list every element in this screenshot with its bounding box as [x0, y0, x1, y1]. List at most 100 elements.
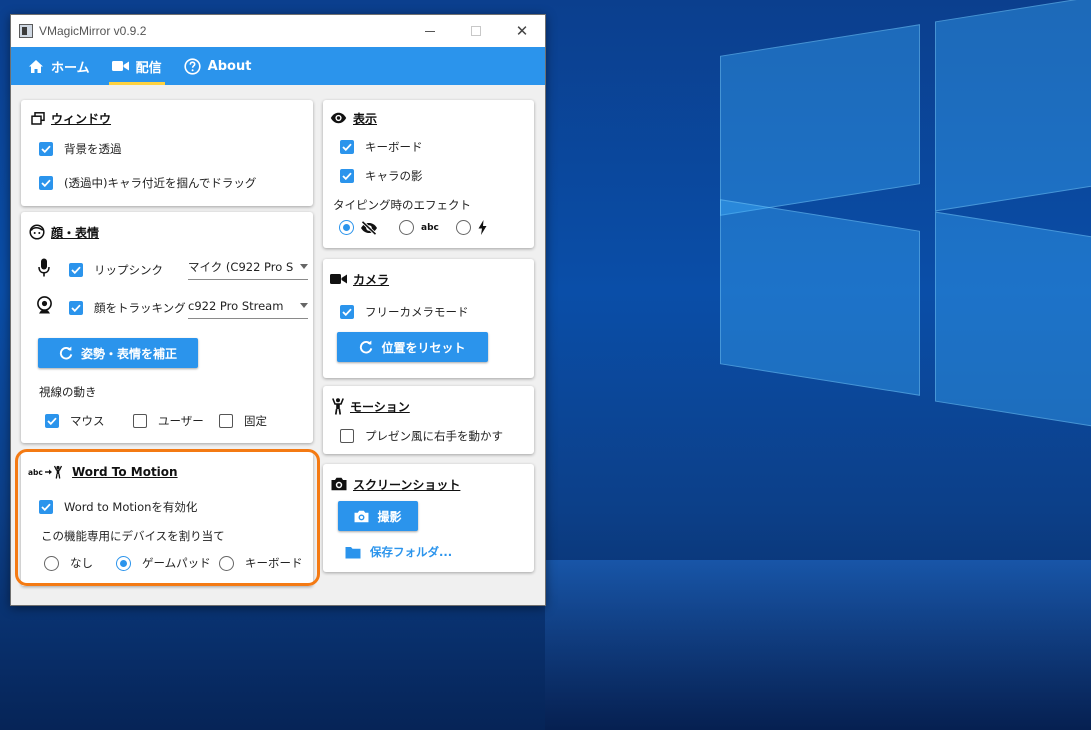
display-settings-card: 表示 キーボード キャラの影 タイピング時のエフェクト abc: [323, 100, 534, 248]
lipsync-label: リップシンク: [94, 263, 163, 277]
gaze-mouse-checkbox[interactable]: マウス: [45, 413, 105, 429]
camera-select[interactable]: c922 Pro Stream: [188, 293, 308, 319]
show-keyboard-label: キーボード: [365, 140, 423, 154]
calibrate-posture-button[interactable]: 姿勢・表情を補正: [38, 338, 198, 368]
card-title-camera: カメラ: [353, 272, 390, 287]
card-title-face: 顔・表情: [51, 225, 100, 240]
maximize-button: [453, 15, 499, 47]
tab-broadcast[interactable]: 配信: [101, 47, 173, 85]
video-camera-icon: [111, 61, 129, 71]
nav-bar: ホーム 配信 About: [11, 47, 545, 85]
face-tracking-label: 顔をトラッキング: [94, 301, 186, 315]
take-screenshot-button[interactable]: 撮影: [338, 501, 418, 531]
face-tracking-checkbox[interactable]: 顔をトラッキング: [69, 300, 186, 316]
card-title-screenshot: スクリーンショット: [353, 477, 461, 492]
character-shadow-checkbox[interactable]: キャラの影: [340, 168, 423, 184]
checkbox-checked-icon: [69, 263, 83, 277]
tab-about[interactable]: About: [173, 47, 263, 85]
reset-camera-position-button[interactable]: 位置をリセット: [337, 332, 488, 362]
gaze-motion-label: 視線の動き: [39, 385, 97, 399]
free-camera-label: フリーカメラモード: [365, 305, 469, 319]
open-save-folder-link[interactable]: 保存フォルダ...: [345, 544, 452, 560]
motion-settings-card: モーション プレゼン風に右手を動かす: [323, 386, 534, 454]
minimize-button[interactable]: [407, 15, 453, 47]
checkbox-unchecked-icon: [133, 414, 147, 428]
close-icon: ✕: [515, 22, 529, 40]
transparent-background-checkbox[interactable]: 背景を透過: [39, 141, 122, 157]
radio-unselected-icon: [456, 220, 471, 235]
lipsync-checkbox[interactable]: リップシンク: [69, 262, 163, 278]
minimize-icon: [425, 30, 435, 32]
window-settings-card: ウィンドウ 背景を透過 (透過中)キャラ付近を掴んでドラッグ: [21, 100, 313, 206]
word-to-motion-highlight: [15, 449, 320, 586]
checkbox-checked-icon: [340, 140, 354, 154]
camera-icon: [355, 510, 369, 522]
checkbox-checked-icon: [69, 301, 83, 315]
abc-icon: abc: [421, 222, 439, 233]
chevron-down-icon: [300, 303, 308, 308]
wallpaper-window-pane: [935, 0, 1091, 212]
refresh-icon: [360, 340, 373, 354]
card-title-motion: モーション: [350, 399, 410, 414]
gaze-fixed-checkbox[interactable]: 固定: [219, 413, 267, 429]
wallpaper-floor-glow: [545, 560, 1091, 730]
face-icon: [29, 224, 45, 240]
tab-home[interactable]: ホーム: [17, 47, 101, 85]
camera-select-value: c922 Pro Stream: [188, 298, 284, 313]
wallpaper-window-pane: [720, 199, 920, 396]
checkbox-checked-icon: [39, 142, 53, 156]
gaze-fixed-label: 固定: [244, 414, 267, 428]
window-restore-icon: [31, 111, 45, 125]
refresh-icon: [59, 346, 73, 360]
camera-icon: [331, 477, 347, 491]
checkbox-unchecked-icon: [340, 429, 354, 443]
typing-effect-flash-radio[interactable]: [456, 220, 487, 235]
webcam-icon: [36, 296, 53, 315]
drag-character-checkbox[interactable]: (透過中)キャラ付近を掴んでドラッグ: [39, 175, 256, 191]
drag-character-label: (透過中)キャラ付近を掴んでドラッグ: [64, 176, 257, 190]
card-title-window: ウィンドウ: [51, 111, 112, 126]
presenter-hand-checkbox[interactable]: プレゼン風に右手を動かす: [340, 428, 503, 444]
gaze-user-checkbox[interactable]: ユーザー: [133, 413, 204, 429]
typing-effect-none-radio[interactable]: [339, 220, 378, 235]
radio-unselected-icon: [399, 220, 414, 235]
checkbox-checked-icon: [39, 176, 53, 190]
microphone-select[interactable]: マイク (C922 Pro S: [188, 254, 308, 280]
character-shadow-label: キャラの影: [365, 169, 423, 183]
tab-home-label: ホーム: [51, 60, 90, 76]
microphone-select-value: マイク (C922 Pro S: [188, 259, 294, 274]
tab-broadcast-label: 配信: [135, 60, 162, 76]
checkbox-checked-icon: [340, 305, 354, 319]
typing-effect-label: タイピング時のエフェクト: [333, 198, 471, 212]
show-keyboard-checkbox[interactable]: キーボード: [340, 139, 423, 155]
typing-effect-text-radio[interactable]: abc: [399, 220, 439, 235]
wallpaper-window-pane: [935, 211, 1091, 429]
tab-about-label: About: [207, 58, 252, 74]
home-icon: [29, 59, 43, 73]
face-expression-card: 顔・表情 リップシンク マイク (C922 Pro S 顔をトラッキング c92…: [21, 212, 313, 443]
folder-icon: [345, 546, 361, 558]
wallpaper-window-pane: [720, 24, 920, 216]
eye-off-icon: [360, 220, 378, 235]
microphone-icon: [38, 258, 50, 278]
eye-icon: [330, 112, 347, 124]
chevron-down-icon: [300, 264, 308, 269]
checkbox-unchecked-icon: [219, 414, 233, 428]
open-save-folder-label: 保存フォルダ...: [370, 545, 453, 559]
screenshot-card: スクリーンショット 撮影 保存フォルダ...: [323, 464, 534, 572]
calibrate-posture-button-label: 姿勢・表情を補正: [80, 346, 177, 361]
title-bar[interactable]: VMagicMirror v0.9.2 ✕: [11, 15, 545, 47]
close-button[interactable]: ✕: [499, 15, 545, 47]
checkbox-checked-icon: [340, 169, 354, 183]
gaze-user-label: ユーザー: [158, 414, 204, 428]
maximize-icon: [471, 26, 481, 36]
help-circle-icon: [184, 57, 201, 75]
person-raising-hands-icon: [332, 397, 344, 415]
take-screenshot-label: 撮影: [377, 509, 402, 524]
checkbox-checked-icon: [45, 414, 59, 428]
free-camera-checkbox[interactable]: フリーカメラモード: [340, 304, 469, 320]
window-title: VMagicMirror v0.9.2: [39, 24, 147, 38]
lightning-icon: [478, 220, 487, 235]
reset-camera-position-label: 位置をリセット: [381, 340, 466, 355]
app-icon: [19, 24, 33, 38]
